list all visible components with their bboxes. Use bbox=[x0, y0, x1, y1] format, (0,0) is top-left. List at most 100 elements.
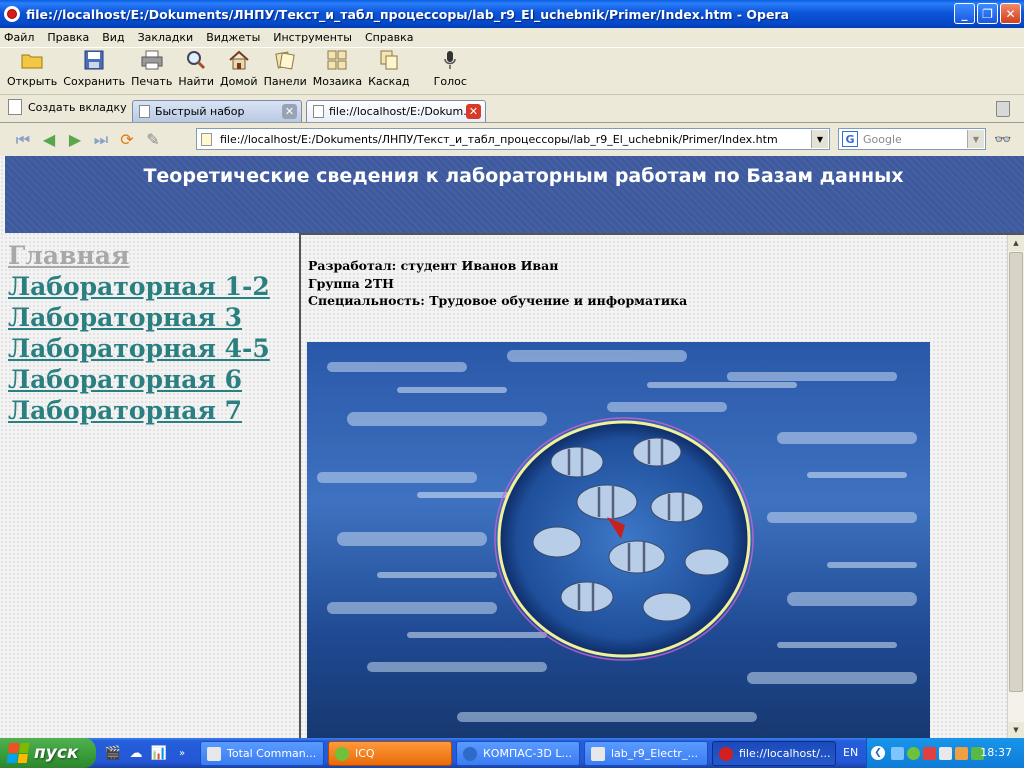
edit-icon[interactable]: ✎ bbox=[140, 130, 166, 149]
opera-icon bbox=[719, 746, 733, 761]
taskbar: пуск 🎬 ☁ 📊 » Total Comman... ICQ КОМПАС-… bbox=[0, 738, 1024, 768]
search-field[interactable]: G Google ▼ bbox=[838, 128, 986, 150]
page-icon bbox=[139, 105, 150, 118]
vertical-scrollbar[interactable]: ▲ ▼ bbox=[1007, 235, 1024, 738]
taskbar-item-icq[interactable]: ICQ bbox=[328, 741, 452, 766]
clock[interactable]: 18:37 bbox=[980, 746, 1012, 759]
chart-icon[interactable]: 📊 bbox=[150, 744, 168, 762]
nav-link-lab-1-2[interactable]: Лабораторная 1-2 bbox=[8, 271, 298, 302]
page-icon bbox=[313, 105, 324, 118]
glasses-icon[interactable]: 👓 bbox=[994, 132, 1011, 148]
trash-icon[interactable] bbox=[996, 101, 1010, 117]
open-button[interactable]: Открыть bbox=[4, 48, 60, 94]
panels-button[interactable]: Панели bbox=[261, 48, 310, 94]
back-icon[interactable]: ◀ bbox=[36, 130, 62, 149]
tab-current-page[interactable]: file://localhost/E:/Dokum... ✕ bbox=[306, 100, 486, 122]
home-icon bbox=[228, 49, 250, 71]
menu-tools[interactable]: Инструменты bbox=[273, 31, 352, 44]
volume-icon[interactable] bbox=[939, 746, 952, 760]
left-navigation: Главная Лабораторная 1-2 Лабораторная 3 … bbox=[8, 240, 298, 426]
system-tray: ❮ 18:37 bbox=[866, 738, 1024, 768]
reload-icon[interactable]: ⟳ bbox=[114, 130, 140, 149]
taskbar-item-opera[interactable]: file://localhost/... bbox=[712, 741, 836, 766]
language-indicator[interactable]: EN bbox=[843, 746, 858, 759]
messenger-icon[interactable] bbox=[955, 746, 968, 760]
cascade-button[interactable]: Каскад bbox=[365, 48, 413, 94]
menu-bookmarks[interactable]: Закладки bbox=[138, 31, 194, 44]
address-text: file://localhost/E:/Dokuments/ЛНПУ/Текст… bbox=[220, 132, 778, 146]
quick-launch: 🎬 ☁ 📊 » bbox=[104, 744, 191, 762]
taskbar-item-word-document[interactable]: lab_r9_Electr_... bbox=[584, 741, 708, 766]
nav-link-lab-6[interactable]: Лабораторная 6 bbox=[8, 364, 298, 395]
security-icon[interactable] bbox=[923, 746, 936, 760]
messenger-icon[interactable]: ☁ bbox=[127, 744, 145, 762]
menu-help[interactable]: Справка bbox=[365, 31, 413, 44]
content-frame: Разработал: студент Иванов Иван Группа 2… bbox=[299, 233, 1024, 742]
specialty-line: Специальность: Трудовое обучение и инфор… bbox=[308, 293, 688, 308]
tile-icon bbox=[326, 49, 348, 71]
fish-school-image bbox=[307, 342, 930, 742]
voice-button[interactable]: Голос bbox=[431, 48, 470, 94]
chevron-left-icon[interactable]: ❮ bbox=[871, 746, 885, 760]
nav-link-lab-4-5[interactable]: Лабораторная 4-5 bbox=[8, 333, 298, 364]
app-icon bbox=[207, 746, 221, 761]
restore-button[interactable]: ❐ bbox=[977, 3, 998, 24]
tab-bar: Создать вкладку Быстрый набор ✕ file://l… bbox=[0, 95, 1024, 123]
fast-forward-icon[interactable]: ⏭ bbox=[88, 130, 114, 150]
menu-file[interactable]: Файл bbox=[4, 31, 34, 44]
menu-bar: Файл Правка Вид Закладки Виджеты Инструм… bbox=[0, 28, 1024, 47]
taskbar-item-kompas[interactable]: КОМПАС-3D L... bbox=[456, 741, 580, 766]
navigation-buttons: ⏮ ◀ ▶ ⏭ ⟳ ✎ bbox=[10, 130, 166, 150]
close-button[interactable]: ✕ bbox=[1000, 3, 1021, 24]
tray-icons bbox=[891, 746, 984, 760]
address-field[interactable]: file://localhost/E:/Dokuments/ЛНПУ/Текст… bbox=[196, 128, 830, 150]
close-tab-icon[interactable]: ✕ bbox=[282, 104, 297, 119]
rewind-icon[interactable]: ⏮ bbox=[10, 130, 36, 150]
menu-widgets[interactable]: Виджеты bbox=[206, 31, 260, 44]
printer-icon bbox=[141, 49, 163, 71]
taskbar-item-total-commander[interactable]: Total Comman... bbox=[200, 741, 324, 766]
search-placeholder: Google bbox=[863, 132, 902, 146]
windows-flag-icon bbox=[6, 743, 30, 763]
chevron-right-icon[interactable]: » bbox=[173, 744, 191, 762]
nav-link-lab-3[interactable]: Лабораторная 3 bbox=[8, 302, 298, 333]
tab-speed-dial[interactable]: Быстрый набор ✕ bbox=[132, 100, 302, 122]
window-title-bar[interactable]: file://localhost/E:/Dokuments/ЛНПУ/Текст… bbox=[0, 0, 1024, 28]
document-icon bbox=[591, 746, 605, 761]
menu-edit[interactable]: Правка bbox=[47, 31, 89, 44]
magnifier-icon bbox=[185, 49, 207, 71]
scroll-down-icon[interactable]: ▼ bbox=[1008, 722, 1024, 738]
folder-icon bbox=[21, 49, 43, 71]
microphone-icon bbox=[439, 49, 461, 71]
save-button[interactable]: Сохранить bbox=[60, 48, 128, 94]
nav-link-main[interactable]: Главная bbox=[8, 240, 298, 271]
page-viewport: Теоретические сведения к лабораторным ра… bbox=[0, 156, 1024, 742]
main-toolbar: Открыть Сохранить Печать Найти Домой Пан… bbox=[0, 47, 1024, 95]
nav-link-lab-7[interactable]: Лабораторная 7 bbox=[8, 395, 298, 426]
google-icon: G bbox=[842, 131, 858, 147]
icq-flower-icon[interactable] bbox=[907, 746, 920, 760]
new-page-icon bbox=[8, 99, 22, 115]
page-icon bbox=[201, 132, 212, 146]
chevron-down-icon[interactable]: ▼ bbox=[967, 130, 984, 148]
minimize-button[interactable]: _ bbox=[954, 3, 975, 24]
new-tab-button[interactable]: Создать вкладку bbox=[8, 99, 127, 115]
media-player-icon[interactable]: 🎬 bbox=[104, 744, 122, 762]
network-icon[interactable] bbox=[891, 746, 904, 760]
menu-view[interactable]: Вид bbox=[102, 31, 124, 44]
floppy-icon bbox=[83, 49, 105, 71]
page-title: Теоретические сведения к лабораторным ра… bbox=[143, 165, 904, 187]
chevron-down-icon[interactable]: ▼ bbox=[811, 130, 828, 148]
find-button[interactable]: Найти bbox=[175, 48, 217, 94]
print-button[interactable]: Печать bbox=[128, 48, 175, 94]
forward-icon[interactable]: ▶ bbox=[62, 130, 88, 149]
group-line: Группа 2ТН bbox=[308, 275, 394, 291]
scroll-thumb[interactable] bbox=[1009, 252, 1023, 692]
close-tab-icon[interactable]: ✕ bbox=[466, 104, 481, 119]
home-button[interactable]: Домой bbox=[217, 48, 261, 94]
opera-icon bbox=[4, 6, 20, 22]
start-button[interactable]: пуск bbox=[0, 738, 96, 768]
tile-button[interactable]: Мозаика bbox=[310, 48, 365, 94]
scroll-up-icon[interactable]: ▲ bbox=[1008, 235, 1024, 251]
app-icon bbox=[463, 746, 477, 761]
